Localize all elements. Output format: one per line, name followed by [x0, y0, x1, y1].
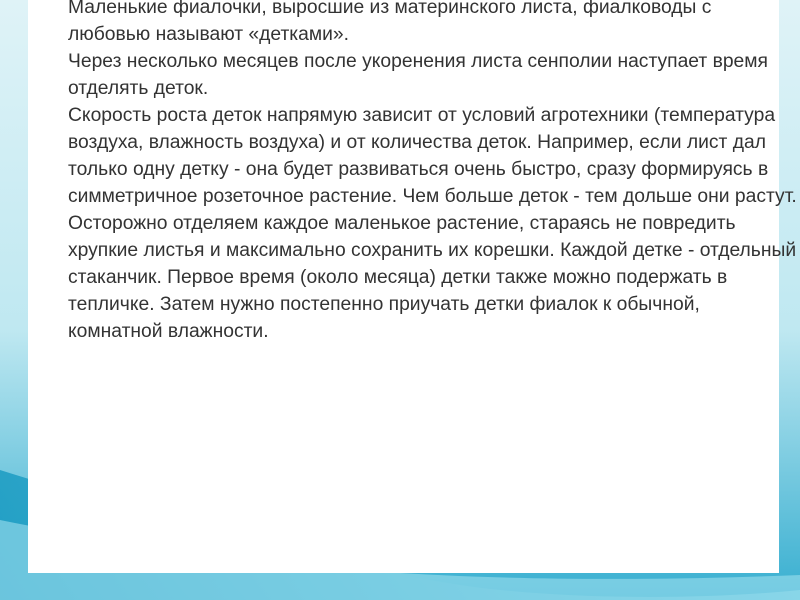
slide-body-text: Маленькие фиалочки, выросшие из материнс…	[68, 0, 798, 345]
paragraph-1: Маленькие фиалочки, выросшие из материнс…	[68, 0, 712, 45]
paragraph-4: Осторожно отделяем каждое маленькое раст…	[68, 213, 797, 342]
paragraph-2: Через несколько месяцев после укоренения…	[68, 51, 768, 99]
content-panel: Маленькие фиалочки, выросшие из материнс…	[28, 0, 797, 573]
paragraph-3: Скорость роста деток напрямую зависит от…	[68, 105, 797, 207]
